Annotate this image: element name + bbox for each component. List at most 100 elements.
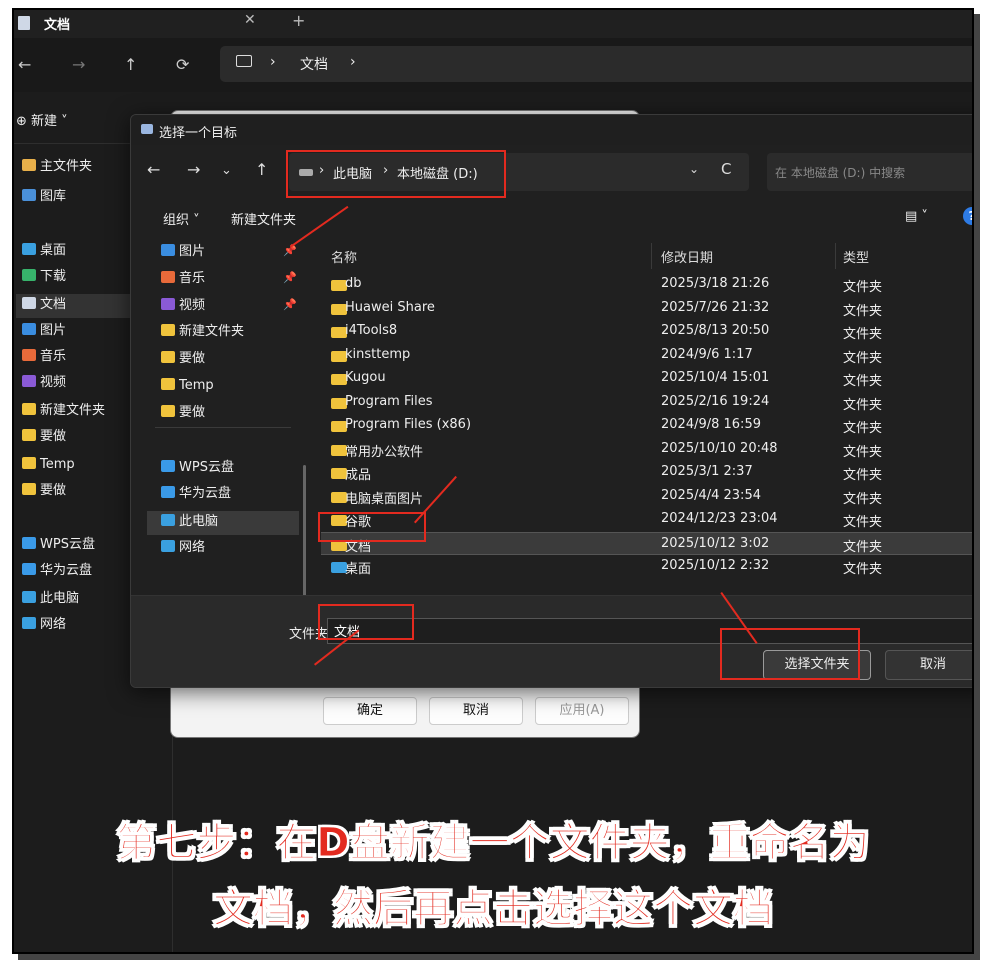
close-tab-icon[interactable]: ✕ <box>244 12 256 28</box>
file-row[interactable]: Program Files (x86) 2024/9/8 16:59 文件夹 <box>321 414 972 437</box>
sidebar-item-label: 文档 <box>40 297 67 312</box>
sidebar-item[interactable]: Temp <box>22 454 75 476</box>
add-tab-icon[interactable]: + <box>292 11 305 30</box>
caption-line-1: 第七步：在D盘新建一个文件夹，重命名为 <box>116 820 870 867</box>
sidebar-item[interactable]: 此电脑 <box>22 588 79 610</box>
forward-icon[interactable]: → <box>187 160 200 179</box>
home-icon <box>22 159 36 171</box>
organize-button[interactable]: 组织 ˅ <box>163 209 200 228</box>
apply-button[interactable]: 应用(A) <box>535 697 629 725</box>
nav-pane-item[interactable]: Temp <box>161 375 214 397</box>
file-type: 文件夹 <box>843 562 883 577</box>
nav-pane-item[interactable]: WPS云盘 <box>161 457 234 479</box>
up-icon[interactable]: ↑ <box>124 55 137 74</box>
file-type: 文件夹 <box>843 327 883 342</box>
nav-pane-item[interactable]: 华为云盘 <box>161 483 231 505</box>
search-placeholder: 在 本地磁盘 (D:) 中搜索 <box>775 166 906 180</box>
new-button[interactable]: ⊕ 新建 ˅ <box>16 110 68 129</box>
column-header-name[interactable]: 名称 <box>331 247 357 266</box>
sidebar-item[interactable]: 桌面 <box>22 240 66 262</box>
nav-pane-item[interactable]: 新建文件夹 <box>161 321 244 343</box>
sidebar-item[interactable]: 下载 <box>22 266 66 288</box>
sidebar-item[interactable]: 图库 <box>22 186 66 208</box>
file-row[interactable]: 成品 2025/3/1 2:37 文件夹 <box>321 461 972 484</box>
annotation-input-box <box>318 604 414 640</box>
sidebar-item[interactable]: 网络 <box>22 614 66 636</box>
recent-icon[interactable]: ⌄ <box>221 163 232 178</box>
back-icon[interactable]: ← <box>147 160 160 179</box>
explorer-address-bar[interactable]: › 文档 › <box>220 46 972 82</box>
file-name: i4Tools8 <box>345 323 398 338</box>
column-divider <box>835 243 836 269</box>
download-icon <box>22 269 36 281</box>
computer-icon <box>22 591 36 603</box>
file-name: 成品 <box>345 468 372 483</box>
computer-icon <box>236 55 252 67</box>
column-header-date[interactable]: 修改日期 <box>661 247 713 266</box>
file-row[interactable]: Huawei Share 2025/7/26 21:32 文件夹 <box>321 297 972 320</box>
tab-title[interactable]: 文档 <box>44 14 70 33</box>
refresh-icon[interactable]: ⟳ <box>176 55 189 74</box>
nav-pane-item[interactable]: 要做 <box>161 348 205 370</box>
nav-pane-item[interactable]: 图片 <box>161 241 205 263</box>
nav-pane-item[interactable]: 网络 <box>161 537 205 559</box>
back-icon[interactable]: ← <box>18 55 31 74</box>
computer-icon <box>161 514 175 526</box>
file-date: 2025/10/10 20:48 <box>661 440 778 456</box>
ok-button[interactable]: 确定 <box>323 697 417 725</box>
nav-pane-item[interactable]: 此电脑 <box>161 511 218 533</box>
refresh-icon[interactable]: C <box>721 160 731 178</box>
file-type: 文件夹 <box>843 515 883 530</box>
sidebar-item[interactable]: WPS云盘 <box>22 534 95 556</box>
file-row[interactable]: 电脑桌面图片 2025/4/4 23:54 文件夹 <box>321 485 972 508</box>
file-type: 文件夹 <box>843 444 883 460</box>
dialog-title: 选择一个目标 <box>159 126 238 141</box>
sidebar-item[interactable]: 要做 <box>22 426 66 448</box>
sidebar-item[interactable]: 视频 <box>22 372 66 394</box>
folder-name-field[interactable]: 文档 <box>327 618 972 644</box>
sidebar-item-label: WPS云盘 <box>40 537 95 552</box>
up-icon[interactable]: ↑ <box>255 160 268 179</box>
folder-icon <box>22 429 36 441</box>
file-row[interactable]: db 2025/3/18 21:26 文件夹 <box>321 273 972 296</box>
file-row[interactable]: Kugou 2025/10/4 15:01 文件夹 <box>321 367 972 390</box>
pin-icon[interactable]: 📌 <box>283 271 297 284</box>
new-folder-button[interactable]: 新建文件夹 <box>231 209 296 228</box>
sidebar-item[interactable]: 新建文件夹 <box>22 400 105 422</box>
column-header-type[interactable]: 类型 <box>843 247 869 266</box>
breadcrumb-documents[interactable]: 文档 <box>300 54 328 74</box>
pin-icon[interactable]: 📌 <box>283 298 297 311</box>
cancel-button[interactable]: 取消 <box>885 650 972 680</box>
nav-pane-item[interactable]: 要做 <box>161 402 205 424</box>
file-row[interactable]: i4Tools8 2025/8/13 20:50 文件夹 <box>321 320 972 343</box>
forward-icon[interactable]: → <box>72 55 85 74</box>
nav-pane-item[interactable]: 视频 <box>161 295 205 317</box>
screenshot-frame: 文档 ✕ + ← → ↑ ⟳ › 文档 › ⊕ 新建 ˅ 主文件夹 图库 桌面 下载文… <box>12 8 974 954</box>
file-name: kinsttemp <box>345 346 411 362</box>
cloud-icon <box>22 563 36 575</box>
sidebar-item[interactable]: 要做 <box>22 480 66 502</box>
file-date: 2024/12/23 23:04 <box>661 511 778 526</box>
file-type: 文件夹 <box>843 303 883 319</box>
sidebar-item[interactable]: 音乐 <box>22 346 66 368</box>
file-row[interactable]: 常用办公软件 2025/10/10 20:48 文件夹 <box>321 438 972 461</box>
video-icon <box>161 298 175 310</box>
file-date: 2024/9/6 1:17 <box>661 346 753 362</box>
chevron-down-icon[interactable]: ⌄ <box>689 162 699 176</box>
sidebar-item[interactable]: 主文件夹 <box>22 156 92 178</box>
search-input[interactable]: 在 本地磁盘 (D:) 中搜索 ⌕ <box>767 153 972 191</box>
folder-icon <box>22 457 36 469</box>
help-icon[interactable]: ? <box>963 207 972 225</box>
file-row[interactable]: kinsttemp 2024/9/6 1:17 文件夹 <box>321 344 972 367</box>
file-row[interactable]: 桌面 2025/10/12 2:32 文件夹 <box>321 555 972 578</box>
sidebar-item[interactable]: 华为云盘 <box>22 560 92 582</box>
close-icon[interactable]: ✕ <box>972 119 974 137</box>
file-date: 2025/10/4 15:01 <box>661 370 770 385</box>
sidebar-item[interactable]: 文档 <box>22 294 66 316</box>
view-options-icon[interactable]: ▤ ˅ <box>905 209 928 224</box>
file-row[interactable]: Program Files 2025/2/16 19:24 文件夹 <box>321 391 972 414</box>
cancel-button[interactable]: 取消 <box>429 697 523 725</box>
sidebar-item[interactable]: 图片 <box>22 320 66 342</box>
nav-pane-item[interactable]: 音乐 <box>161 268 205 290</box>
file-date: 2025/10/12 2:32 <box>661 558 770 573</box>
